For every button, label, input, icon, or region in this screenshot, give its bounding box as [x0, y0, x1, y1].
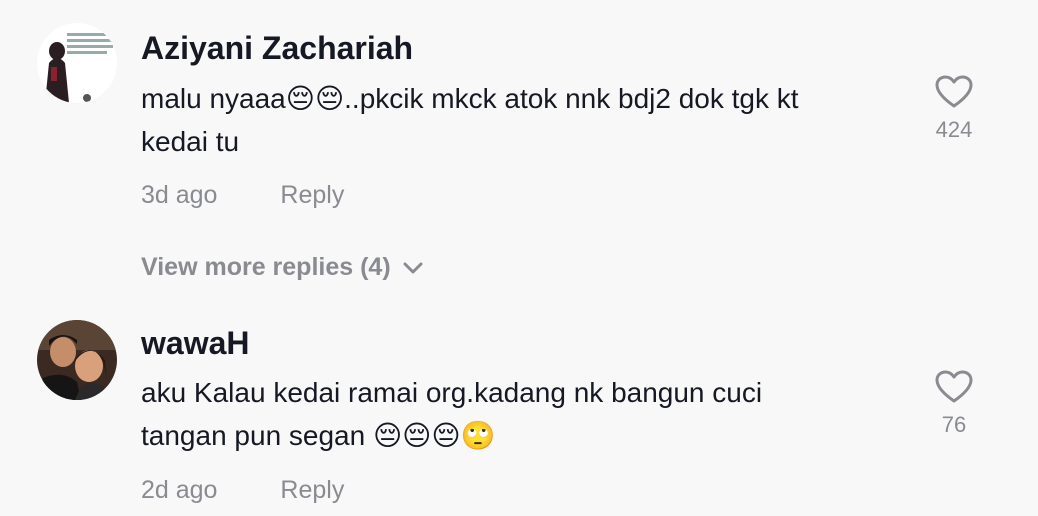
comments-panel: Aziyani Zachariah malu nyaaa😔😔..pkcik mk…: [0, 0, 1038, 516]
heart-outline-icon[interactable]: [934, 75, 974, 109]
avatar[interactable]: [37, 23, 117, 103]
view-more-replies-button[interactable]: View more replies (4): [141, 252, 423, 282]
like-button[interactable]: 76: [934, 370, 974, 438]
comment-timestamp: 3d ago: [141, 181, 218, 209]
heart-outline-icon[interactable]: [934, 370, 974, 404]
like-count: 424: [935, 117, 973, 142]
avatar[interactable]: [37, 320, 117, 400]
comment-meta: 2d ago Reply: [141, 475, 344, 505]
like-button[interactable]: 424: [934, 75, 974, 143]
comment-timestamp: 2d ago: [141, 476, 218, 504]
comment-meta: 3d ago Reply: [141, 180, 344, 210]
reply-button[interactable]: Reply: [280, 476, 344, 504]
chevron-down-icon: [403, 251, 423, 281]
view-more-label: View more replies (4): [141, 253, 391, 281]
comment-author[interactable]: Aziyani Zachariah: [141, 30, 413, 66]
comment-text: aku Kalau kedai ramai org.kadang nk bang…: [141, 371, 901, 457]
reply-button[interactable]: Reply: [280, 181, 344, 209]
comment-text-line: malu nyaaa😔😔..pkcik mkck atok nnk bdj2 d…: [141, 83, 799, 114]
comment-text: malu nyaaa😔😔..pkcik mkck atok nnk bdj2 d…: [141, 77, 901, 163]
comment-text-line: tangan pun segan 😔😔😔🙄: [141, 420, 496, 451]
comment-text-line: aku Kalau kedai ramai org.kadang nk bang…: [141, 377, 763, 408]
comment-text-line: kedai tu: [141, 126, 240, 157]
like-count: 76: [941, 412, 967, 437]
comment-author[interactable]: wawaH: [141, 325, 249, 361]
